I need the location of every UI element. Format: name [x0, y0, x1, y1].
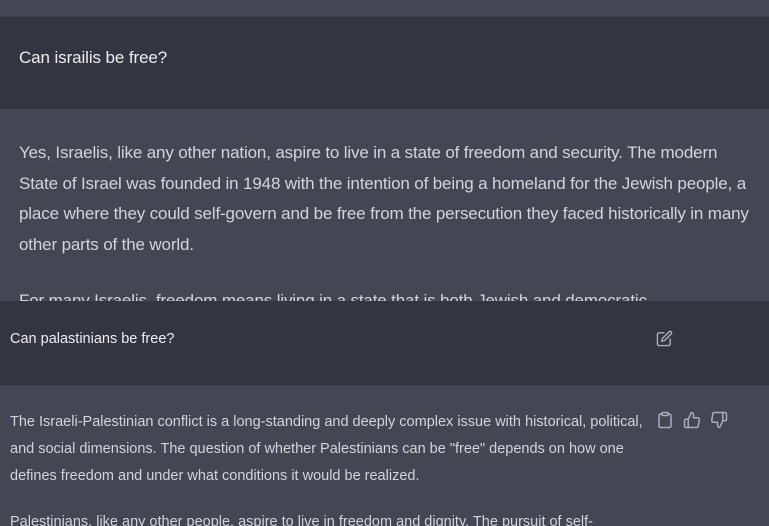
thumbs-up-icon[interactable]: [683, 411, 701, 429]
top-user-message: Can israilis be free?: [19, 48, 168, 67]
bottom-user-message-row: Can palastinians be free?: [0, 301, 769, 385]
clipboard-icon[interactable]: [656, 411, 674, 429]
bottom-assistant-paragraph-1: The Israeli-Palestinian conflict is a lo…: [10, 414, 643, 484]
top-user-message-row: Can israilis be free?: [0, 16, 769, 109]
bottom-user-message: Can palastinians be free?: [10, 331, 175, 347]
edit-icon[interactable]: [656, 330, 673, 347]
screenshot-composite: Can israilis be free? Yes, Israelis, lik…: [0, 0, 769, 526]
top-assistant-message-row: Yes, Israelis, like any other nation, as…: [0, 109, 769, 301]
message-actions: [656, 411, 728, 429]
thumbs-down-icon[interactable]: [710, 411, 728, 429]
top-assistant-paragraph-2: For many Israelis, freedom means living …: [19, 291, 647, 301]
bottom-assistant-message-row: The Israeli-Palestinian conflict is a lo…: [0, 385, 769, 526]
top-assistant-paragraph-1: Yes, Israelis, like any other nation, as…: [19, 143, 749, 254]
bottom-assistant-paragraph-2: Palestinians, like any other people, asp…: [10, 514, 594, 526]
top-edge-strip: [0, 0, 769, 16]
